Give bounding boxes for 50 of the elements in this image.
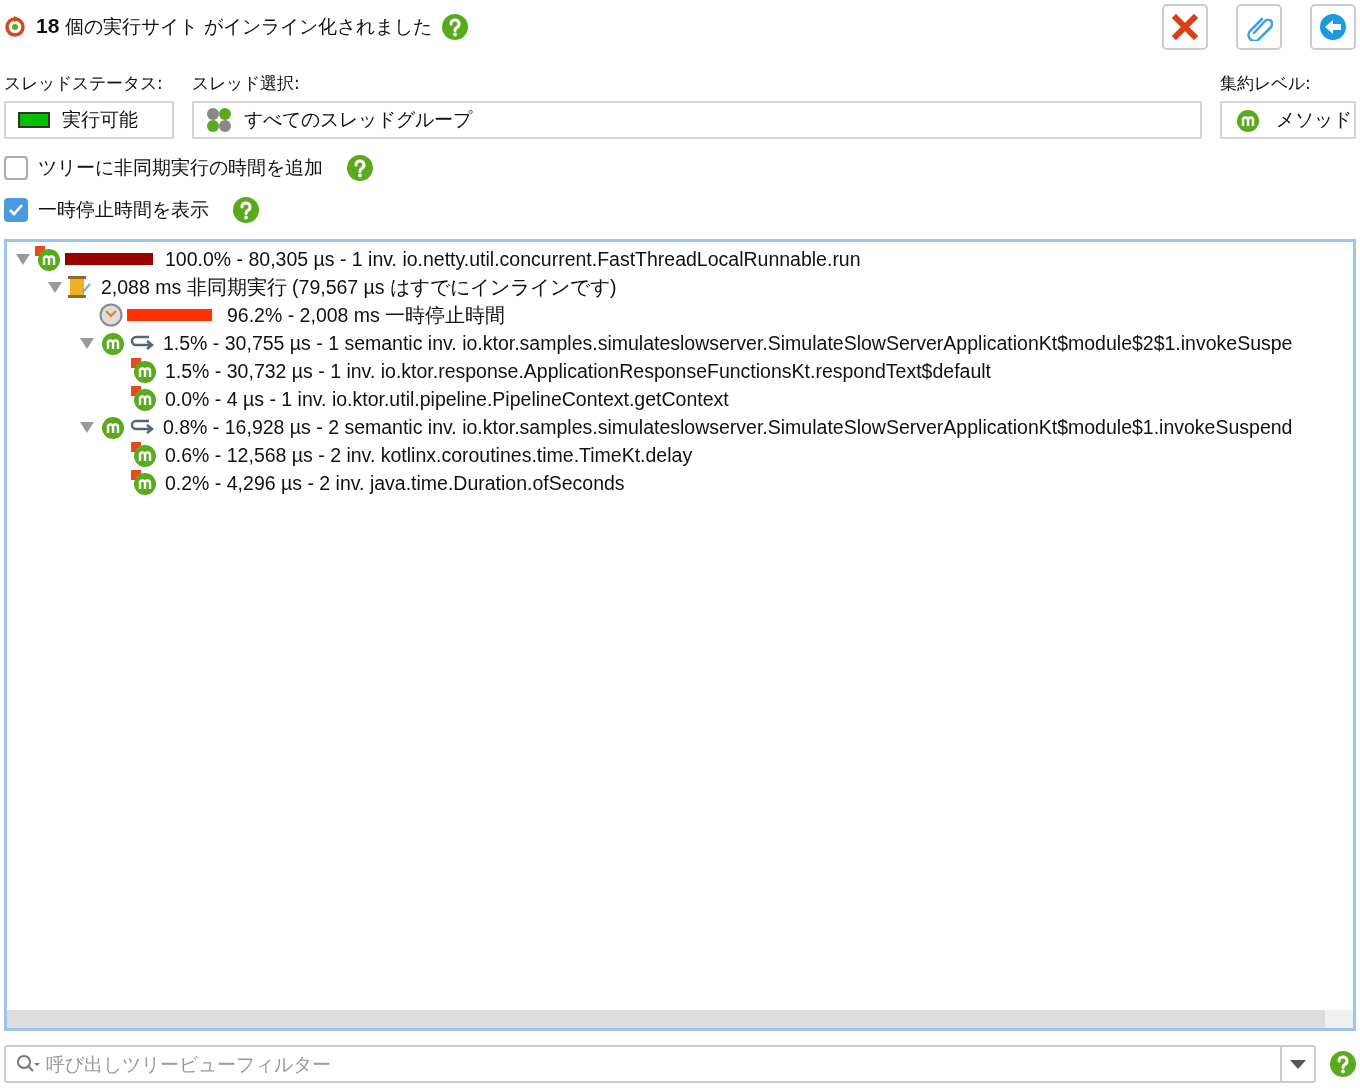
help-icon[interactable] — [442, 14, 469, 40]
help-icon[interactable] — [233, 197, 259, 223]
summary-title: 18 個の実行サイト がインライン化されました — [36, 14, 433, 39]
option-label: 一時停止時間を表示 — [38, 197, 209, 222]
method-icon — [131, 470, 157, 496]
node-label[interactable]: 1.5% - 30,755 µs - 1 semantic inv. io.ktor.samples.simulateslowserver.SimulateSlowServerApplicationKt$module$2$1.invokeSuspe — [163, 331, 1293, 355]
method-icon — [131, 358, 157, 384]
spool-icon — [67, 275, 93, 299]
attach-button[interactable] — [1236, 4, 1282, 50]
close-button[interactable] — [1162, 4, 1208, 50]
checkbox[interactable] — [4, 156, 28, 180]
expanded-arrow-icon[interactable] — [79, 336, 95, 350]
thread-status-dropdown[interactable]: 実行可能 — [4, 101, 174, 139]
method-icon — [131, 442, 157, 468]
node-label[interactable]: 2,088 ms 非同期実行 (79,567 µs はすでにインラインです) — [101, 273, 617, 301]
close-icon — [1171, 13, 1199, 41]
method-icon — [35, 246, 61, 272]
dropdown-button[interactable] — [1280, 1047, 1314, 1081]
method-icon — [99, 330, 125, 356]
thread-group-icon — [206, 107, 232, 133]
help-icon[interactable] — [1330, 1051, 1356, 1077]
thread-selection-label: スレッド選択: — [192, 72, 301, 95]
thread-status-label: スレッドステータス: — [4, 72, 164, 95]
scrollbar-thumb[interactable] — [7, 1010, 1325, 1028]
node-label[interactable]: 0.2% - 4,296 µs - 2 inv. java.time.Duration.ofSeconds — [165, 471, 625, 495]
method-icon — [99, 414, 125, 440]
clock-icon — [99, 303, 123, 327]
checkbox[interactable] — [4, 198, 28, 222]
refresh-icon — [4, 15, 26, 39]
node-label[interactable]: 1.5% - 30,732 µs - 1 inv. io.ktor.response.ApplicationResponseFunctionsKt.respondText$default — [165, 359, 992, 383]
help-icon[interactable] — [347, 155, 373, 181]
search-icon — [16, 1054, 40, 1074]
filter-field[interactable]: 呼び出しツリービューフィルター — [4, 1045, 1316, 1083]
expanded-arrow-icon[interactable] — [15, 252, 31, 266]
expanded-arrow-icon[interactable] — [79, 420, 95, 434]
node-label[interactable]: 0.0% - 4 µs - 1 inv. io.ktor.util.pipeline.PipelineContext.getContext — [165, 387, 729, 411]
node-label[interactable]: 96.2% - 2,008 ms 一時停止時間 — [227, 301, 506, 329]
thread-selection-dropdown[interactable]: すべてのスレッドグループ — [192, 101, 1202, 139]
node-label[interactable]: 100.0% - 80,305 µs - 1 inv. io.netty.util.concurrent.FastThreadLocalRunnable.run — [165, 247, 861, 271]
expanded-arrow-icon[interactable] — [47, 280, 63, 294]
filter-input[interactable]: 呼び出しツリービューフィルター — [44, 1048, 1280, 1080]
node-label[interactable]: 0.8% - 16,928 µs - 2 semantic inv. io.ktor.samples.simulateslowserver.SimulateSlowServerApplicationKt$module$1.invokeSuspend — [163, 415, 1293, 439]
node-label[interactable]: 0.6% - 12,568 µs - 2 inv. kotlinx.coroutines.time.TimeKt.delay — [165, 443, 693, 467]
method-icon — [131, 386, 157, 412]
back-button[interactable] — [1310, 4, 1356, 50]
caret-icon — [1290, 1059, 1306, 1069]
aggregation-level-dropdown[interactable]: メソッド — [1220, 101, 1356, 139]
aggregation-level-label: 集約レベル: — [1220, 72, 1312, 95]
option-label: ツリーに非同期実行の時間を追加 — [38, 155, 323, 180]
method-icon — [1234, 107, 1260, 133]
